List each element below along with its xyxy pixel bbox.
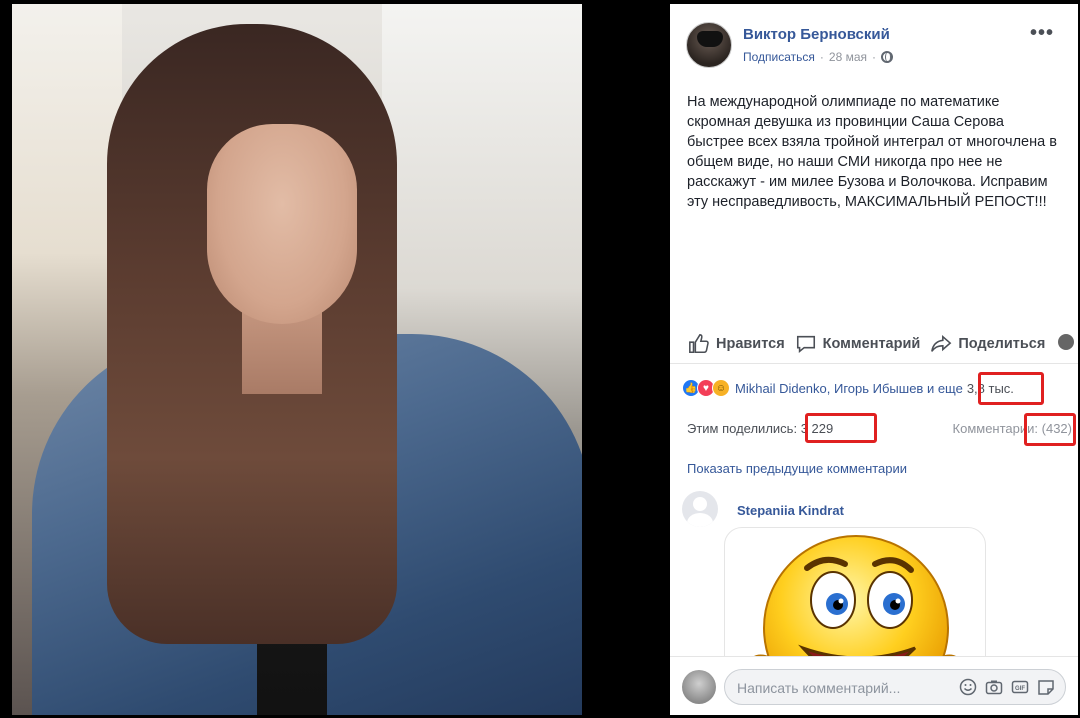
viewer-avatar[interactable] <box>682 670 716 704</box>
haha-reaction-icon: ☺ <box>712 379 730 397</box>
commenter-name[interactable]: Stepaniia Kindrat <box>737 503 844 518</box>
camera-icon[interactable] <box>985 678 1003 696</box>
author-name[interactable]: Виктор Берновский <box>743 26 890 43</box>
show-previous-comments-link[interactable]: Показать предыдущие комментарии <box>687 461 907 476</box>
shares-label: Этим поделились: <box>687 421 798 436</box>
like-label: Нравится <box>716 335 785 352</box>
composer-icons: GIF <box>959 678 1055 696</box>
post-stats: Этим поделились: 3 229 Комментарии: (432… <box>687 413 1076 446</box>
comment-input[interactable]: Написать комментарий... GIF <box>724 669 1066 705</box>
comment-placeholder: Написать комментарий... <box>737 680 901 696</box>
post-panel: Виктор Берновский Подписаться · 28 мая ·… <box>670 4 1078 715</box>
emoji-icon[interactable] <box>959 678 977 696</box>
comment-composer: Написать комментарий... GIF <box>670 656 1078 715</box>
svg-text:GIF: GIF <box>1015 686 1025 692</box>
action-bar: Нравится Комментарий Поделиться <box>670 324 1078 364</box>
reaction-names[interactable]: Mikhail Didenko, Игорь Ибышев и еще <box>735 381 963 396</box>
like-button[interactable]: Нравится <box>688 333 785 355</box>
separator-dot: · <box>872 50 877 64</box>
share-label: Поделиться <box>958 335 1046 352</box>
photo-face <box>207 124 357 324</box>
sticker-icon[interactable] <box>1037 678 1055 696</box>
author-avatar[interactable] <box>686 22 732 68</box>
post-date[interactable]: 28 мая <box>829 50 867 64</box>
subscribe-link[interactable]: Подписаться <box>743 50 815 64</box>
post-photo[interactable] <box>12 4 582 715</box>
highlight-box-shares <box>805 413 877 443</box>
globe-icon <box>881 51 894 63</box>
comment-button[interactable]: Комментарий <box>795 333 921 355</box>
post-header: Виктор Берновский Подписаться · 28 мая ·… <box>670 4 1078 84</box>
like-icon <box>689 333 709 353</box>
share-button[interactable]: Поделиться <box>930 333 1045 355</box>
post-meta: Подписаться · 28 мая · <box>743 50 894 64</box>
more-icon[interactable]: ••• <box>1030 22 1054 45</box>
highlight-box-comments <box>1024 413 1076 446</box>
viewer-mini-avatar[interactable] <box>1058 334 1074 350</box>
highlight-box-reactions <box>978 372 1044 405</box>
share-icon <box>931 334 952 352</box>
meta-separator: · <box>819 50 824 64</box>
comment-label: Комментарий <box>822 335 921 352</box>
commenter-avatar[interactable] <box>682 491 718 527</box>
comment-icon <box>796 335 815 353</box>
gif-icon[interactable]: GIF <box>1011 678 1029 696</box>
post-text: На международной олимпиаде по математике… <box>687 94 1057 210</box>
